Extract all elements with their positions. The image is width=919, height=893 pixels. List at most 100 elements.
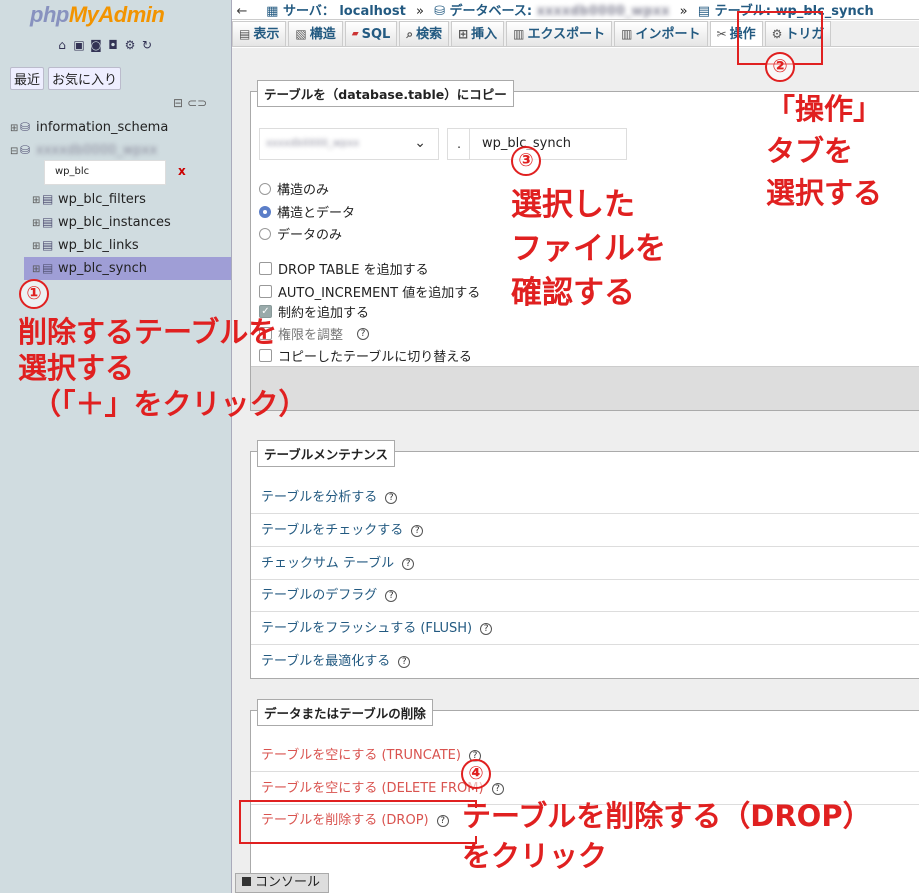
insert-icon: ⊞ xyxy=(458,26,469,41)
tree-item-information-schema[interactable]: ⊞ ⛁ information_schema xyxy=(10,116,232,139)
radio-structure-and-data[interactable]: 構造とデータ xyxy=(259,202,355,221)
expand-icon[interactable]: ⊞ xyxy=(32,212,42,235)
annotation-step1-text: 削除するテーブルを 選択する （「＋」をクリック） xyxy=(18,315,308,421)
tab-export[interactable]: ▥ エクスポート xyxy=(506,21,613,46)
maintenance-row: テーブルを最適化する? xyxy=(251,646,919,678)
help-icon[interactable]: ? xyxy=(357,327,370,340)
export-icon: ▥ xyxy=(513,26,525,41)
annotation-highlight-drop-link xyxy=(239,800,477,844)
radio-structure-only[interactable]: 構造のみ xyxy=(259,179,329,198)
help-icon[interactable]: ? xyxy=(385,589,398,602)
structure-icon: ▧ xyxy=(295,26,307,41)
phpmyadmin-logo[interactable]: phpMyAdmin xyxy=(30,2,165,28)
annotation-number-4: ④ xyxy=(461,759,491,789)
breadcrumb-database[interactable]: ⛁ データベース: xxxxdb0000_wpxx xyxy=(434,4,669,19)
breadcrumb-separator: » xyxy=(415,4,424,19)
tab-browse[interactable]: ▤ 表示 xyxy=(232,21,287,46)
checksum-table-link[interactable]: チェックサム テーブル xyxy=(261,556,394,571)
breadcrumb-server[interactable]: ▦ サーバ： localhost xyxy=(266,4,406,19)
console-icon xyxy=(242,877,251,886)
maintenance-row: チェックサム テーブル? xyxy=(251,548,919,580)
chevron-down-icon: ⌄ xyxy=(414,135,426,151)
check-table-link[interactable]: テーブルをチェックする xyxy=(261,523,403,538)
query-window-icon[interactable]: ◙ xyxy=(89,38,103,52)
navigation-panel: phpMyAdmin ⌂ ▣ ◙ ◘ ⚙ ↻ 最近 お気に入り ⊟ ⊂⊃ ⊞ ⛁ i… xyxy=(0,0,232,893)
table-name: wp_blc_instances xyxy=(58,215,171,230)
radio-button[interactable] xyxy=(259,182,271,195)
nav-icon-bar: ⌂ ▣ ◙ ◘ ⚙ ↻ xyxy=(55,38,154,52)
maintenance-legend: テーブルメンテナンス xyxy=(257,440,396,467)
browse-icon: ▤ xyxy=(239,26,251,41)
check-add-drop-table[interactable]: DROP TABLE を追加する xyxy=(259,259,429,278)
annotation-number-3: ③ xyxy=(511,146,541,176)
annotation-number-2: ② xyxy=(765,52,795,82)
database-icon: ⛁ xyxy=(20,120,31,134)
flush-table-link[interactable]: テーブルをフラッシュする (FLUSH) xyxy=(261,621,472,636)
tree-item-table[interactable]: ⊞ ▤ wp_blc_instances xyxy=(0,211,232,234)
truncate-table-link[interactable]: テーブルを空にする (TRUNCATE) xyxy=(261,748,461,763)
annotation-step4-text: テーブルを削除する（DROP） をクリック xyxy=(462,799,872,873)
docs-icon[interactable]: ◘ xyxy=(106,38,120,52)
help-icon[interactable]: ? xyxy=(491,782,504,795)
table-filter-input[interactable]: wp_blc xyxy=(44,160,166,185)
home-icon[interactable]: ⌂ xyxy=(55,38,69,52)
delete-legend: データまたはテーブルの削除 xyxy=(257,699,433,726)
sql-icon: ▰ xyxy=(351,28,359,39)
tree-controls: ⊟ ⊂⊃ xyxy=(173,96,207,110)
checkbox[interactable] xyxy=(259,262,272,275)
annotation-number-1: ① xyxy=(19,279,49,309)
settings-icon[interactable]: ⚙ xyxy=(123,38,137,52)
clear-filter-button[interactable]: x xyxy=(178,164,186,178)
expand-icon[interactable]: ⊞ xyxy=(10,117,20,140)
table-name: wp_blc_filters xyxy=(58,192,146,207)
database-tree: ⊞ ⛁ information_schema ⊟ ⛁ xxxxdb0000_wpxx xyxy=(10,116,232,162)
recent-tab[interactable]: 最近 xyxy=(10,67,45,90)
breadcrumb-separator: » xyxy=(679,4,688,19)
tab-sql[interactable]: ▰ SQL xyxy=(344,21,398,46)
table-icon: ▤ xyxy=(697,4,715,19)
radio-button[interactable] xyxy=(259,227,271,240)
optimize-table-link[interactable]: テーブルを最適化する xyxy=(261,654,390,669)
target-table-input[interactable]: wp_blc_synch xyxy=(469,128,627,160)
radio-data-only[interactable]: データのみ xyxy=(259,224,342,243)
tab-search[interactable]: ⌕ 検索 xyxy=(399,21,450,46)
back-arrow-icon[interactable]: ← xyxy=(232,4,252,19)
delete-from-table-link[interactable]: テーブルを空にする (DELETE FROM) xyxy=(261,781,484,796)
help-icon[interactable]: ? xyxy=(402,557,415,570)
collapse-icon[interactable]: ⊟ xyxy=(10,140,20,163)
checkbox[interactable] xyxy=(259,285,272,298)
db-name: information_schema xyxy=(36,120,169,135)
delete-row: テーブルを空にする (TRUNCATE)? xyxy=(251,740,919,772)
expand-icon[interactable]: ⊞ xyxy=(32,258,42,281)
table-list: ⊞ ▤ wp_blc_filters ⊞ ▤ wp_blc_instances ⊞ ▤ wp… xyxy=(0,188,232,280)
console-tab[interactable]: コンソール xyxy=(235,873,329,893)
collapse-all-icon[interactable]: ⊟ xyxy=(173,96,183,110)
copy-panel-footer xyxy=(251,366,919,410)
defragment-table-link[interactable]: テーブルのデフラグ xyxy=(261,588,377,603)
server-icon: ▦ xyxy=(266,4,283,19)
table-icon: ▤ xyxy=(42,192,54,206)
check-add-auto-increment[interactable]: AUTO_INCREMENT 値を追加する xyxy=(259,282,480,301)
help-icon[interactable]: ? xyxy=(385,491,398,504)
logout-icon[interactable]: ▣ xyxy=(72,38,86,52)
target-database-select[interactable]: xxxxdb0000_wpxx ⌄ xyxy=(259,128,439,160)
expand-icon[interactable]: ⊞ xyxy=(32,235,42,258)
db-name: xxxxdb0000_wpxx xyxy=(36,143,158,158)
link-icon[interactable]: ⊂⊃ xyxy=(187,96,207,110)
tab-structure[interactable]: ▧ 構造 xyxy=(288,21,343,46)
tab-insert[interactable]: ⊞ 挿入 xyxy=(451,21,505,46)
import-icon: ▥ xyxy=(621,26,633,41)
help-icon[interactable]: ? xyxy=(398,655,411,668)
analyze-table-link[interactable]: テーブルを分析する xyxy=(261,490,377,505)
tree-item-table-selected[interactable]: ⊞ ▤ wp_blc_synch xyxy=(24,257,231,280)
tab-import[interactable]: ▥ インポート xyxy=(614,21,708,46)
help-icon[interactable]: ? xyxy=(480,622,493,635)
favorites-tab[interactable]: お気に入り xyxy=(48,67,122,90)
expand-icon[interactable]: ⊞ xyxy=(32,189,42,212)
tree-item-selected-db[interactable]: ⊟ ⛁ xxxxdb0000_wpxx xyxy=(10,139,232,162)
tree-item-table[interactable]: ⊞ ▤ wp_blc_filters xyxy=(0,188,232,211)
help-icon[interactable]: ? xyxy=(411,524,424,537)
reload-icon[interactable]: ↻ xyxy=(140,38,154,52)
radio-button-checked[interactable] xyxy=(259,205,271,218)
tree-item-table[interactable]: ⊞ ▤ wp_blc_links xyxy=(0,234,232,257)
